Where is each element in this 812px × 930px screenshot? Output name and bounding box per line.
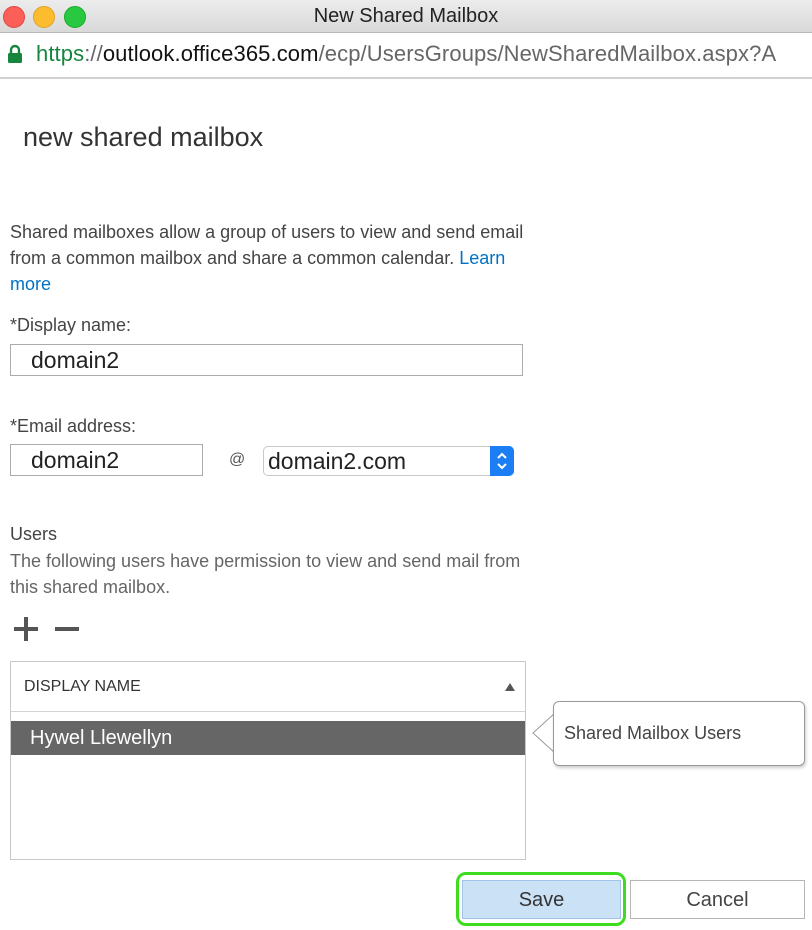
display-name-field[interactable]: domain2 [10,344,523,376]
url-scheme: https [36,41,85,66]
users-section-title: Users [10,524,58,544]
cancel-button[interactable]: Cancel [630,880,805,919]
add-icon[interactable] [13,616,39,642]
callout-pointer [532,712,555,754]
users-table: DISPLAY NAME Hywel Llewellyn [10,661,526,860]
email-alias-field[interactable]: domain2 [10,444,203,476]
url-host: outlook.office365.com [102,41,319,66]
window-title: New Shared Mailbox [313,5,499,27]
title-bar: New Shared Mailbox [0,0,812,33]
users-description: The following users have permission to v… [10,551,521,597]
column-header-display-name[interactable]: DISPLAY NAME [11,662,525,712]
users-callout: Shared Mailbox Users [553,701,805,766]
remove-icon[interactable] [54,616,80,642]
select-arrows-icon [490,446,514,476]
domain-select-value: domain2.com [268,448,407,474]
save-button[interactable]: Save [462,880,621,919]
display-name-label: *Display name: [10,315,132,335]
domain-select[interactable]: domain2.com [263,446,514,476]
page-title: new shared mailbox [23,122,264,152]
url-text[interactable]: https://outlook.office365.com/ecp/UsersG… [36,41,776,67]
url-path: /ecp/UsersGroups/NewSharedMailbox.aspx?A [318,41,777,66]
address-bar[interactable]: https://outlook.office365.com/ecp/UsersG… [0,33,812,79]
lock-icon [8,44,22,63]
url-separator: :// [84,41,103,66]
at-symbol: @ [229,451,246,468]
description: Shared mailboxes allow a group of users … [10,219,525,297]
sort-ascending-icon [505,683,515,691]
column-header-label: DISPLAY NAME [24,678,141,695]
table-row[interactable]: Hywel Llewellyn [11,721,525,755]
description-text: Shared mailboxes allow a group of users … [10,222,524,268]
email-address-label: *Email address: [10,416,137,436]
